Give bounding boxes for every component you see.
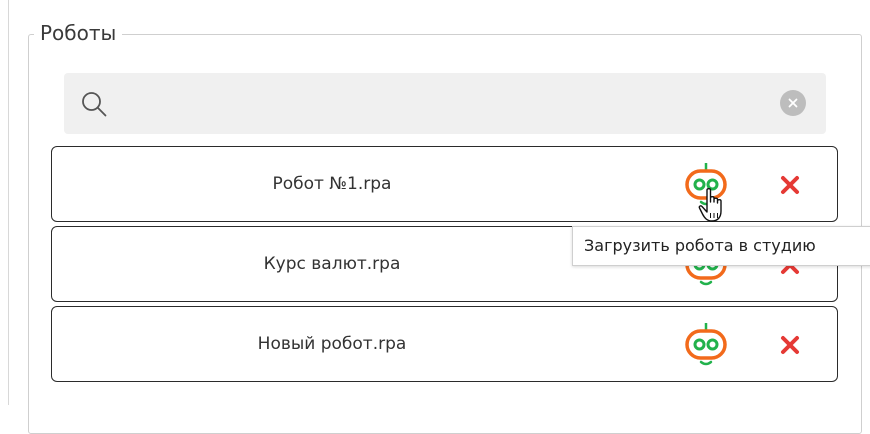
delete-robot-button[interactable] <box>778 333 802 357</box>
robot-name: Робот №1.rpa <box>272 174 392 194</box>
x-icon <box>781 336 799 354</box>
load-robot-tooltip: Загрузить робота в студию <box>572 226 870 266</box>
clear-search-button[interactable] <box>780 90 806 116</box>
search-bar <box>64 73 826 134</box>
x-icon <box>781 176 799 194</box>
clear-icon <box>788 98 798 108</box>
panel-title: Роботы <box>34 20 123 46</box>
robot-row: Новый робот.rpa <box>51 306 838 382</box>
robot-name: Новый робот.rpa <box>257 334 407 354</box>
hand-pointer-icon <box>698 188 722 222</box>
load-robot-button[interactable] <box>680 320 732 368</box>
left-border <box>8 0 9 405</box>
robot-head-icon <box>685 323 727 366</box>
search-icon <box>82 92 107 117</box>
search-input[interactable] <box>120 87 764 121</box>
robot-name: Курс валют.rpa <box>263 254 401 274</box>
delete-robot-button[interactable] <box>778 173 802 197</box>
